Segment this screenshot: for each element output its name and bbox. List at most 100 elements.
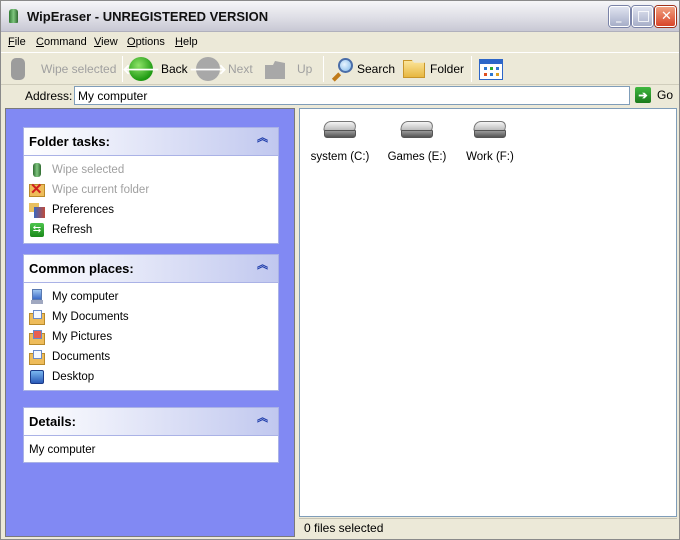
task-preferences[interactable]: Preferences [24, 200, 278, 220]
documents-folder-icon [29, 349, 45, 365]
view-icons-icon [479, 58, 503, 80]
menu-command-label: ommand [43, 36, 87, 48]
drive-label: Games (E:) [387, 151, 447, 163]
desktop-icon [29, 369, 45, 385]
place-my-computer[interactable]: My computer [24, 287, 278, 307]
address-bar: Address: My computer ➔ Go [1, 85, 679, 107]
menu-command[interactable]: Command [36, 36, 87, 48]
task-label: Wipe current folder [52, 184, 150, 196]
wipe-icon [29, 162, 45, 178]
place-my-documents[interactable]: My Documents [24, 307, 278, 327]
back-arrow-icon: 🡐 [122, 57, 160, 81]
back-label: Back [161, 62, 188, 76]
go-label: Go [657, 88, 674, 102]
common-places-panel: Common places: ︽ My computer My Document… [23, 254, 279, 391]
next-button[interactable]: 🡒 Next [189, 55, 253, 83]
folder-button[interactable]: Folder [403, 55, 464, 83]
task-wipe-selected[interactable]: Wipe selected [24, 160, 278, 180]
app-window: WipEraser - UNREGISTERED VERSION _ □ ✕ F… [0, 0, 680, 540]
collapse-chevron-icon[interactable]: ︽ [257, 132, 268, 143]
menu-command-accel: C [36, 36, 44, 48]
place-label: My Documents [52, 311, 129, 323]
menu-options-accel: O [127, 36, 136, 48]
task-label: Wipe selected [52, 164, 125, 176]
window-title: WipEraser - UNREGISTERED VERSION [27, 9, 269, 24]
place-label: Documents [52, 351, 111, 363]
place-label: My computer [52, 291, 119, 303]
view-button[interactable] [479, 55, 503, 83]
go-arrow-icon: ➔ [635, 87, 651, 103]
toolbar-separator [471, 56, 472, 82]
common-places-header[interactable]: Common places: ︽ [24, 255, 278, 283]
minimize-button[interactable]: _ [609, 6, 630, 27]
task-wipe-current-folder[interactable]: ✕ Wipe current folder [24, 180, 278, 200]
up-folder-icon [265, 61, 285, 79]
menu-view[interactable]: View [94, 36, 118, 48]
folder-tasks-title: Folder tasks: [29, 134, 110, 149]
back-button[interactable]: 🡐 Back [122, 55, 188, 83]
search-label: Search [357, 62, 396, 76]
details-header[interactable]: Details: ︽ [24, 408, 278, 436]
wipe-selected-button[interactable]: Wipe selected [11, 55, 116, 83]
collapse-chevron-icon[interactable]: ︽ [257, 412, 268, 423]
pictures-folder-icon [29, 329, 45, 345]
drive-item[interactable]: Work (F:) [450, 119, 530, 163]
status-text: 0 files selected [304, 521, 384, 535]
toolbar-separator [323, 56, 324, 82]
task-label: Refresh [52, 224, 93, 236]
place-desktop[interactable]: Desktop [24, 367, 278, 387]
hard-drive-icon [399, 121, 435, 141]
computer-icon [29, 289, 45, 305]
menu-file-accel: F [8, 36, 15, 48]
place-label: My Pictures [52, 331, 113, 343]
maximize-icon: □ [637, 8, 651, 24]
search-button[interactable]: Search [331, 55, 395, 83]
menu-help-label: elp [182, 36, 198, 48]
task-pane: Folder tasks: ︽ Wipe selected ✕ Wipe cur… [5, 108, 295, 537]
folder-tasks-panel: Folder tasks: ︽ Wipe selected ✕ Wipe cur… [23, 127, 279, 244]
menu-help[interactable]: Help [175, 36, 198, 48]
refresh-icon: ⇆ [29, 222, 45, 238]
preferences-icon [29, 202, 45, 218]
drive-item[interactable]: system (C:) [300, 119, 380, 163]
folder-tasks-header[interactable]: Folder tasks: ︽ [24, 128, 278, 156]
up-button[interactable]: Up [265, 55, 312, 83]
collapse-chevron-icon[interactable]: ︽ [257, 259, 268, 270]
menu-bar: File Command View Options Help [1, 33, 679, 52]
task-refresh[interactable]: ⇆ Refresh [24, 220, 278, 240]
minimize-icon: _ [616, 10, 622, 23]
drive-item[interactable]: Games (E:) [377, 119, 457, 163]
next-label: Next [228, 62, 253, 76]
task-label: Preferences [52, 204, 115, 216]
place-documents[interactable]: Documents [24, 347, 278, 367]
common-places-title: Common places: [29, 261, 134, 276]
drive-label: Work (F:) [466, 151, 514, 163]
wipe-icon [11, 58, 25, 80]
go-button[interactable]: ➔ Go [635, 87, 673, 103]
hard-drive-icon [322, 121, 358, 141]
search-icon [331, 58, 353, 82]
details-text: My computer [29, 444, 96, 456]
documents-folder-icon [29, 309, 45, 325]
folder-icon [403, 60, 425, 78]
address-input[interactable]: My computer [74, 86, 630, 105]
details-panel: Details: ︽ My computer [23, 407, 279, 463]
place-my-pictures[interactable]: My Pictures [24, 327, 278, 347]
close-button[interactable]: ✕ [655, 6, 676, 27]
up-label: Up [297, 62, 313, 76]
folder-label: Folder [430, 62, 465, 76]
wipe-folder-icon: ✕ [29, 181, 45, 198]
menu-file[interactable]: File [8, 36, 26, 48]
app-icon [9, 9, 18, 23]
file-list: system (C:) Games (E:) Work (F:) [299, 108, 677, 517]
menu-options[interactable]: Options [127, 36, 165, 48]
toolbar: Wipe selected 🡐 Back 🡒 Next Up Search Fo… [1, 52, 679, 85]
status-bar: 0 files selected [299, 518, 677, 537]
address-label: Address: [25, 89, 73, 103]
hard-drive-icon [472, 121, 508, 141]
place-label: Desktop [52, 371, 95, 383]
next-arrow-icon: 🡒 [189, 57, 227, 81]
maximize-button[interactable]: □ [632, 6, 653, 27]
wipe-selected-label: Wipe selected [41, 62, 117, 76]
menu-options-label: ptions [135, 36, 165, 48]
